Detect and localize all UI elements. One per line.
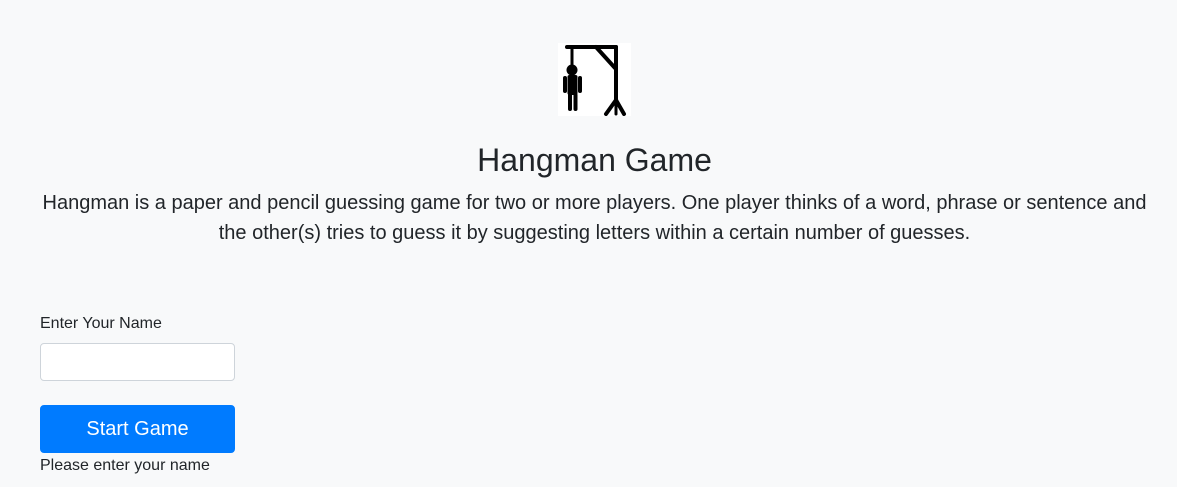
validation-message: Please enter your name bbox=[40, 457, 210, 474]
name-label: Enter Your Name bbox=[40, 315, 162, 332]
start-game-button[interactable]: Start Game bbox=[40, 405, 235, 453]
hangman-gallows-icon bbox=[558, 43, 631, 116]
page-title: Hangman Game bbox=[477, 142, 712, 178]
hangman-start-page: Hangman Game Hangman is a paper and penc… bbox=[0, 0, 1177, 487]
game-description: Hangman is a paper and pencil guessing g… bbox=[42, 192, 1147, 244]
name-input[interactable] bbox=[40, 343, 235, 381]
